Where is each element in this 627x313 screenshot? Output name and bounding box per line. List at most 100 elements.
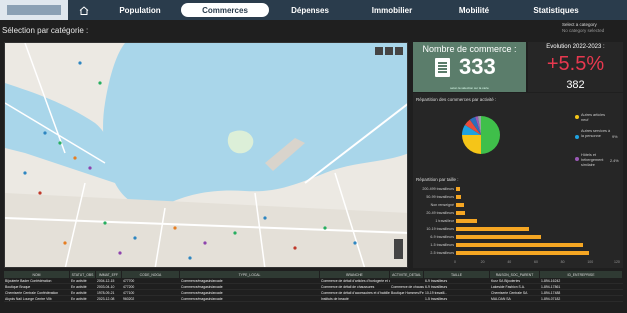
column-header[interactable]: TYPE_LOCAL	[180, 271, 320, 278]
evolution-count: 382	[566, 79, 585, 91]
table-cell: Chemiserie Centrale SA	[491, 290, 528, 295]
bar[interactable]	[456, 219, 478, 223]
bar-axis-tick: 120	[614, 260, 620, 264]
bar[interactable]	[456, 243, 583, 247]
legend-value-2: 9%	[612, 135, 618, 139]
commerce-count-label: Nombre de commerce :	[422, 44, 517, 54]
table-cell	[390, 278, 424, 283]
legend-value-3: 2.4%	[610, 159, 619, 163]
table-cell: Commerce de détail de chaussures	[321, 284, 375, 289]
bar[interactable]	[456, 203, 464, 207]
nav-tabs: Population Commerces Dépenses Immobilier…	[99, 3, 597, 17]
legend-label-3: Hôtels et hébergement similaire	[581, 153, 604, 167]
tab-statistiques[interactable]: Statistiques	[515, 3, 597, 17]
commerce-count-note: selon la sélection sur la carte	[450, 86, 489, 90]
bar-label: 1 travailleur	[435, 219, 454, 223]
table-cell: 2003-04-10	[97, 284, 115, 289]
tab-population[interactable]: Population	[99, 3, 181, 17]
activity-panel-title: Répartition des commerces par activité :	[416, 97, 497, 102]
evolution-percent: +5.5%	[546, 53, 605, 75]
table-cell: Lakeside Fashion S.A.	[491, 284, 525, 289]
bar[interactable]	[456, 211, 466, 215]
table-cell: Commerce de détail d'articles d'horloger…	[321, 278, 390, 283]
table-cell: MALOAN SA	[491, 296, 511, 301]
bar-label: 10-19 travailleurs	[426, 227, 454, 231]
zoom-control[interactable]	[394, 239, 403, 259]
table-cell: Bijouterie Bader Confédération	[5, 278, 52, 283]
legend-label-1: Autres articles neuf	[581, 113, 606, 122]
table-cell: 6-9 travailleurs	[425, 284, 448, 289]
column-header[interactable]: RAISON_SOC_PARENT	[490, 271, 540, 278]
app-logo[interactable]	[0, 0, 68, 20]
bar-label: 6-9 travailleurs	[430, 235, 454, 239]
bar[interactable]	[456, 187, 460, 191]
legend-label-2: Autres services à la personne	[581, 129, 611, 138]
table-cell: 1978-09-21	[97, 290, 115, 295]
pie-slice[interactable]	[481, 116, 500, 154]
table-cell: Akyols Nail Lounge Centre Vilb	[5, 296, 52, 301]
column-header[interactable]: ACTIVITE_DETAIL	[390, 271, 424, 278]
bar-label: 2-5 travailleurs	[430, 251, 454, 255]
sub-header: Sélection par catégorie :	[0, 20, 627, 42]
logo-image	[7, 5, 61, 15]
bar-label: Non renseigné	[430, 203, 454, 207]
tab-commerces[interactable]: Commerces	[181, 3, 269, 17]
size-panel: Répartition par taille : 200-499 travail…	[413, 173, 623, 268]
table-cell: 1-5 travailleurs	[425, 296, 448, 301]
table-cell: Commerce/magasin/arcade	[181, 290, 223, 295]
bar-axis-tick: 20	[480, 260, 485, 264]
table-cell: Boutique Hommes/Femmes	[391, 290, 424, 295]
home-icon	[79, 5, 89, 15]
table-cell: 1-894-16242	[541, 278, 561, 283]
column-header[interactable]: IMMAT_EFF	[96, 271, 122, 278]
top-navigation: Population Commerces Dépenses Immobilier…	[0, 0, 627, 20]
commerce-count-card: Nombre de commerce : 333 selon la sélect…	[413, 42, 526, 92]
tab-immobilier[interactable]: Immobilier	[351, 3, 433, 17]
map-layers-icon[interactable]	[385, 47, 393, 55]
size-panel-title: Répartition par taille :	[416, 177, 459, 182]
bar[interactable]	[456, 227, 530, 231]
tab-depenses[interactable]: Dépenses	[269, 3, 351, 17]
bar-label: 50-99 travailleurs	[426, 195, 454, 199]
table-cell: En activité	[71, 278, 87, 283]
table-cell: Commerce/magasin/arcade	[181, 278, 223, 283]
bar-axis-tick: 100	[587, 260, 594, 264]
activity-panel: Répartition des commerces par activité :…	[413, 93, 623, 173]
column-header[interactable]: CODE_NOGA	[122, 271, 180, 278]
table-cell: En activité	[71, 284, 87, 289]
bar[interactable]	[456, 235, 542, 239]
bar-label: 1-5 travailleurs	[430, 243, 454, 247]
tab-mobilite[interactable]: Mobilité	[433, 3, 515, 17]
column-header[interactable]: NOM	[4, 271, 70, 278]
table-cell: Chemiserie Centrale Confédération	[5, 290, 59, 295]
table-body: Bijouterie Bader Confédération En activit…	[4, 278, 623, 302]
table-cell: En activité	[71, 296, 87, 301]
column-header[interactable]: ID_ENTREPRISE	[540, 271, 623, 278]
commerce-table: NOM STATUT_OBS IMMAT_EFF CODE_NOGA TYPE_…	[4, 271, 623, 311]
column-header[interactable]: BRANCHE	[320, 271, 390, 278]
bar[interactable]	[456, 195, 462, 199]
pie-slice[interactable]	[462, 135, 481, 154]
evolution-card: Evolution 2022-2023 : +5.5% 382	[528, 42, 623, 92]
column-header[interactable]: TAILLE	[424, 271, 490, 278]
category-selector-placeholder: No category selected	[562, 28, 605, 33]
table-cell: 10-19 travaill...	[425, 290, 448, 295]
column-header[interactable]: STATUT_OBS	[70, 271, 96, 278]
bar-label: 20-49 travailleurs	[426, 211, 454, 215]
category-selector[interactable]: Select a category No category selected	[562, 22, 604, 34]
map-view[interactable]	[4, 42, 408, 268]
table-cell: 477100	[123, 290, 135, 295]
bar[interactable]	[456, 251, 590, 255]
table-cell: 1-894-17488	[541, 290, 561, 295]
legend-dot-3	[575, 157, 579, 161]
map-search-icon[interactable]	[375, 47, 383, 55]
map-fullscreen-icon[interactable]	[395, 47, 403, 55]
bar-axis-tick: 40	[507, 260, 512, 264]
table-cell: Commerce de chaussures, vêtements	[391, 284, 424, 289]
table-cell: Boutique Bruque	[5, 284, 31, 289]
table-row[interactable]: Akyols Nail Lounge Centre Vilb En activit…	[4, 296, 623, 302]
activity-pie-chart[interactable]	[461, 115, 501, 155]
home-button[interactable]	[73, 0, 95, 20]
table-header: NOM STATUT_OBS IMMAT_EFF CODE_NOGA TYPE_…	[4, 271, 623, 278]
evolution-label: Evolution 2022-2023 :	[546, 44, 605, 50]
